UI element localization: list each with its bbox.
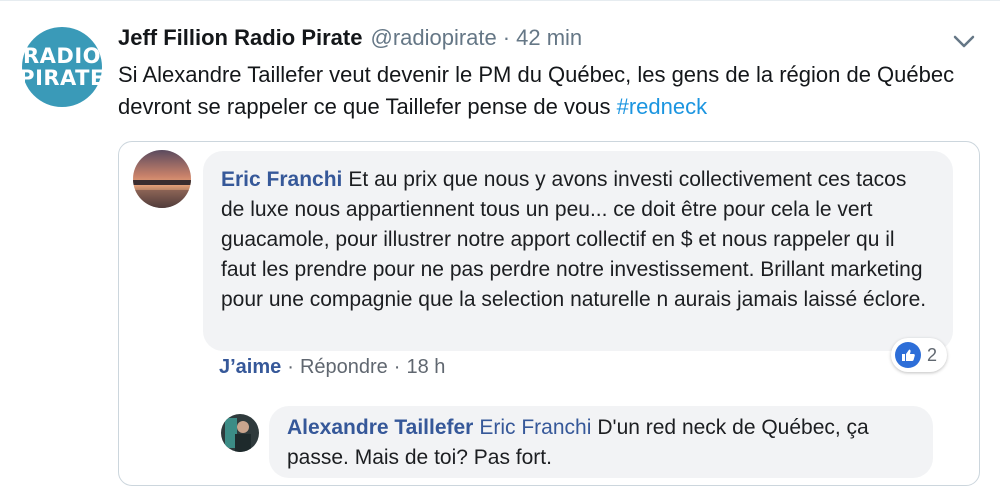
avatar-line-2: PIRATE [19,66,105,90]
comment-time: 18 h [406,356,446,378]
reaction-count[interactable]: 2 [891,338,948,372]
user-handle[interactable]: @radiopirate [370,25,496,51]
header-separator: · [502,25,511,50]
comment-author[interactable]: Eric Franchi [221,168,342,191]
reaction-number: 2 [927,344,938,365]
tweet: RADIO PIRATE Jeff Fillion Radio Pirate @… [0,0,1000,498]
action-separator: · [393,356,401,378]
action-separator: · [287,356,294,378]
reply-link[interactable]: Répondre [300,356,388,379]
reply-mention[interactable]: Eric Franchi [479,416,591,439]
tweet-header: Jeff Fillion Radio Pirate @radiopirate ·… [118,25,582,53]
avatar-line-1: RADIO [22,44,102,68]
hashtag-link[interactable]: #redneck [617,94,708,119]
tweet-text: Si Alexandre Taillefer veut devenir le P… [118,59,978,123]
tweet-body: Si Alexandre Taillefer veut devenir le P… [118,62,955,119]
reply-author[interactable]: Alexandre Taillefer [287,416,473,439]
tweet-timestamp[interactable]: 42 min [516,25,582,51]
radio-pirate-avatar[interactable]: RADIO PIRATE [19,27,105,107]
chevron-down-icon[interactable] [950,29,978,53]
like-link[interactable]: J’aime [219,356,281,379]
like-thumb-icon [895,342,921,368]
eric-franchi-avatar [133,150,191,208]
embedded-facebook-screenshot[interactable]: Eric Franchi Et au prix que nous y avons … [118,141,980,486]
comment-actions: J’aime · Répondre · 18 h [219,356,445,379]
display-name[interactable]: Jeff Fillion Radio Pirate [118,25,362,51]
comment-bubble: Eric Franchi Et au prix que nous y avons … [203,151,953,351]
alexandre-taillefer-avatar [221,414,259,452]
reply-bubble: Alexandre Taillefer Eric Franchi D'un red … [269,406,933,478]
